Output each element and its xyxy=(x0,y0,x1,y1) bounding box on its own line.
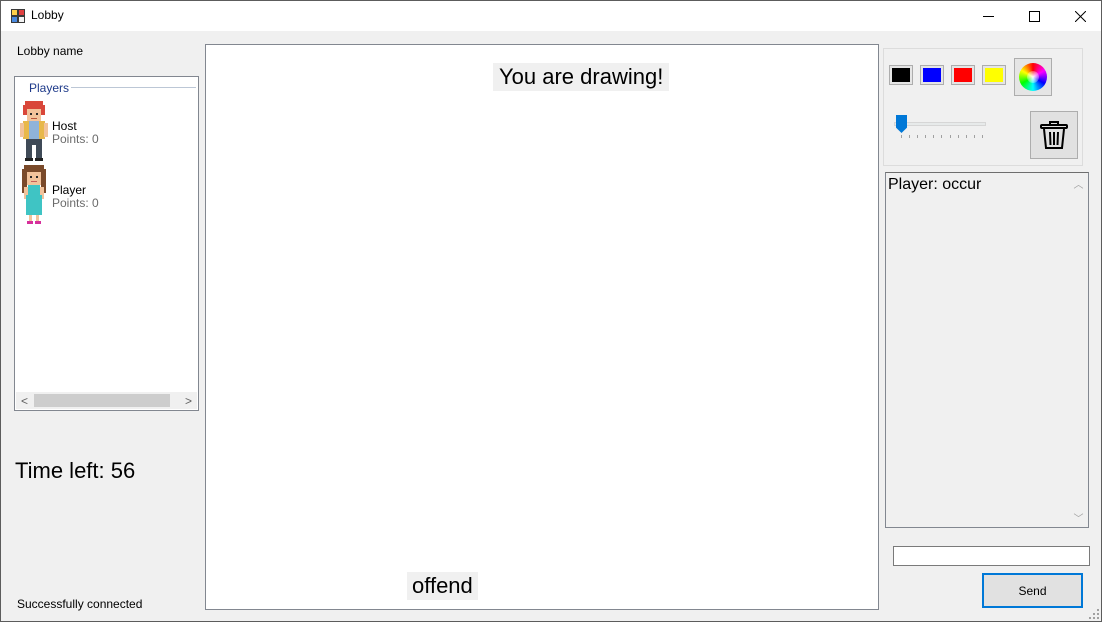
scrollbar-thumb[interactable] xyxy=(34,394,170,407)
close-icon xyxy=(1074,10,1086,22)
players-legend-line xyxy=(71,87,196,88)
players-horizontal-scrollbar[interactable]: < > xyxy=(16,392,197,409)
color-red-button[interactable] xyxy=(951,65,975,85)
lobby-name-label: Lobby name xyxy=(17,44,84,58)
black-swatch xyxy=(892,68,910,82)
chat-log[interactable]: Player: occur ︿ ﹀ xyxy=(885,172,1089,528)
red-swatch xyxy=(954,68,972,82)
color-yellow-button[interactable] xyxy=(982,65,1006,85)
player-entry-host[interactable]: Host Points: 0 xyxy=(19,101,189,161)
scroll-right-icon[interactable]: > xyxy=(180,392,197,409)
maximize-icon xyxy=(1028,10,1040,22)
minimize-icon xyxy=(982,15,994,17)
player-points: Points: 0 xyxy=(52,196,99,210)
send-button[interactable]: Send xyxy=(982,573,1083,608)
slider-thumb[interactable] xyxy=(896,115,907,133)
brush-size-slider[interactable] xyxy=(894,115,986,139)
red-haired-boy-sprite-icon xyxy=(20,101,48,161)
scroll-left-icon[interactable]: < xyxy=(16,392,33,409)
app-icon xyxy=(11,9,25,23)
color-blue-button[interactable] xyxy=(920,65,944,85)
players-group: Players Host Points: 0 Player Points: 0 … xyxy=(14,76,199,411)
blue-swatch xyxy=(923,68,941,82)
drawing-tools-panel xyxy=(883,48,1083,166)
chat-message: Player: occur xyxy=(888,176,982,193)
trash-icon xyxy=(1040,121,1068,149)
clear-canvas-button[interactable] xyxy=(1030,111,1078,159)
title-bar: Lobby xyxy=(1,1,1101,31)
resize-grip-icon[interactable] xyxy=(1089,609,1099,619)
chat-vertical-scrollbar[interactable]: ︿ ﹀ xyxy=(1070,174,1087,526)
close-button[interactable] xyxy=(1057,1,1102,31)
maximize-button[interactable] xyxy=(1011,1,1057,31)
player-entry-player[interactable]: Player Points: 0 xyxy=(19,165,189,225)
player-name: Player xyxy=(52,183,87,197)
lobby-window: Lobby Lobby name Players Host Points: 0 … xyxy=(0,0,1102,622)
player-name: Host xyxy=(52,119,77,133)
status-label: Successfully connected xyxy=(17,597,143,611)
drawing-canvas[interactable]: You are drawing! offend xyxy=(205,44,879,610)
time-left-label: Time left: 56 xyxy=(15,458,136,483)
word-to-draw: offend xyxy=(407,572,478,600)
player-points: Points: 0 xyxy=(52,132,99,146)
drawing-message: You are drawing! xyxy=(493,63,670,91)
color-black-button[interactable] xyxy=(889,65,913,85)
window-title: Lobby xyxy=(31,8,64,22)
color-wheel-icon xyxy=(1019,63,1047,91)
scroll-up-icon[interactable]: ︿ xyxy=(1070,176,1087,191)
players-legend: Players xyxy=(28,81,71,95)
scroll-down-icon[interactable]: ﹀ xyxy=(1070,510,1087,525)
slider-ticks xyxy=(901,135,983,138)
color-picker-button[interactable] xyxy=(1014,58,1052,96)
slider-track xyxy=(894,122,986,126)
minimize-button[interactable] xyxy=(965,1,1011,31)
yellow-swatch xyxy=(985,68,1003,82)
brown-haired-girl-sprite-icon xyxy=(22,165,46,224)
chat-input[interactable] xyxy=(893,546,1090,566)
